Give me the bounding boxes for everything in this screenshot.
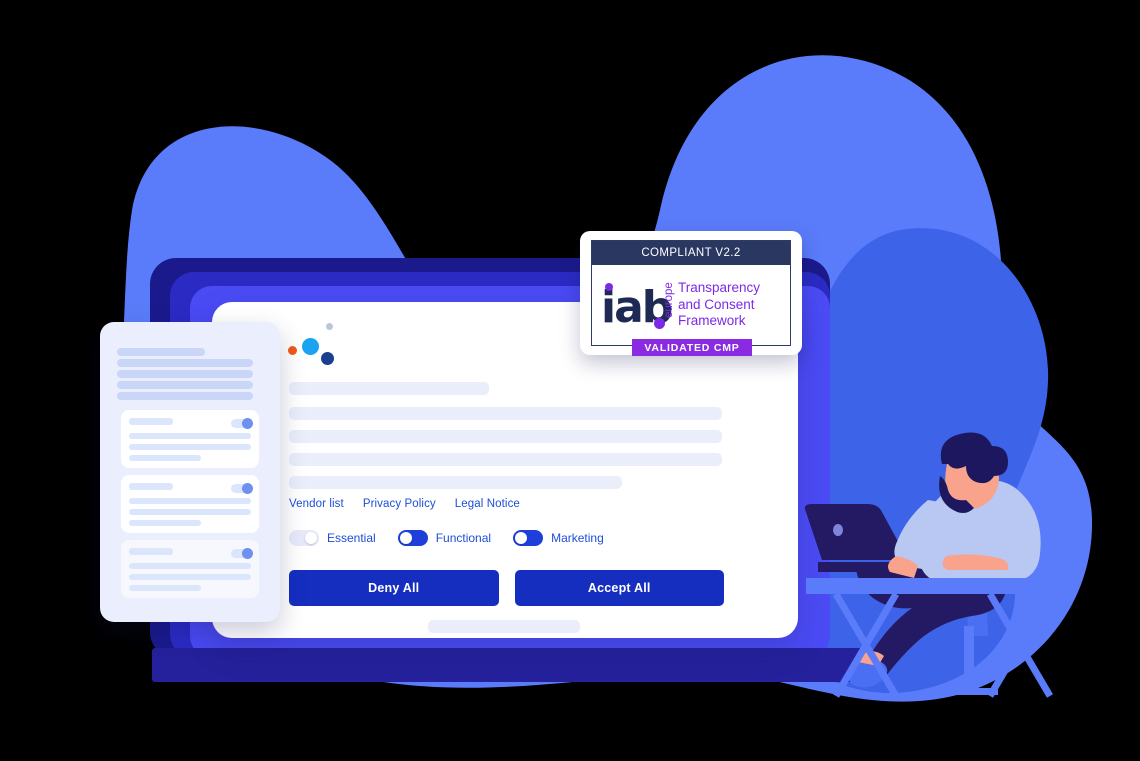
logo-dot-orange [288,346,297,355]
panel-card[interactable] [121,540,259,598]
card-line [129,563,251,569]
card-toggle[interactable] [231,547,253,559]
iab-framework-title: Transparency and Consent Framework [678,280,760,331]
card-toggle[interactable] [231,417,253,429]
toggle-functional[interactable] [397,530,428,546]
card-line [129,444,251,450]
accept-all-button[interactable]: Accept All [514,570,724,606]
panel-skeleton-line [117,359,253,367]
toggle-essential[interactable] [289,530,319,546]
skeleton-line [289,382,489,395]
banner-actions: Deny All Accept All [289,570,724,606]
skeleton-line [289,430,722,443]
preferences-panel [100,322,280,622]
card-toggle[interactable] [231,482,253,494]
person-at-desk-illustration [804,432,1056,698]
card-line [129,520,201,526]
iab-logo-dot-top [605,283,613,291]
iab-logo: iab europe [592,274,678,336]
logo-dot-navy [321,352,334,365]
toggle-group-essential: Essential [289,530,388,546]
laptop-base [152,648,872,682]
iab-badge-body: iab europe Transparency and Consent Fram… [592,265,790,345]
card-line [129,585,201,591]
logo-dot-blue [302,338,319,355]
card-title-bar [129,483,173,490]
skeleton-line [289,407,722,420]
skeleton-line [289,476,622,489]
link-vendor-list[interactable]: Vendor list [289,498,344,510]
chair-post [940,626,998,695]
toggle-group-marketing: Marketing [513,530,616,546]
card-line [129,509,251,515]
framework-line-3: Framework [678,313,746,329]
toggle-marketing[interactable] [513,530,544,546]
panel-card[interactable] [121,475,259,533]
card-line [129,498,251,504]
iab-validated-cmp-ribbon: VALIDATED CMP [632,339,752,356]
iab-badge-frame: COMPLIANT V2.2 iab europe Transparency a… [591,240,791,346]
iab-tcf-badge: COMPLIANT V2.2 iab europe Transparency a… [580,231,802,356]
skeleton-line [289,453,722,466]
framework-line-1: Transparency [678,279,761,295]
banner-links: Vendor list Privacy Policy Legal Notice [289,498,520,510]
panel-skeleton-line [117,348,205,356]
deny-all-button[interactable]: Deny All [289,570,499,606]
toggle-group-functional: Functional [397,530,503,546]
toggle-label-marketing: Marketing [551,531,604,545]
card-line [129,574,251,580]
iab-compliant-header: COMPLIANT V2.2 [592,241,790,265]
card-line [129,433,251,439]
link-legal-notice[interactable]: Legal Notice [455,498,520,510]
desk-top [806,578,1056,594]
panel-card[interactable] [121,410,259,468]
skeleton-footer-bar [428,620,580,633]
consent-toggles: Essential Functional Marketing [289,530,616,546]
framework-line-2: and Consent [678,296,755,312]
card-title-bar [129,548,173,555]
laptop-screen [804,504,908,560]
illustration-scene: Vendor list Privacy Policy Legal Notice … [0,0,1140,761]
logo-dot-grey [326,323,333,330]
link-privacy-policy[interactable]: Privacy Policy [363,498,436,510]
panel-skeleton-line [117,370,253,378]
toggle-label-functional: Functional [435,531,492,545]
iab-europe-label: europe [663,282,675,318]
card-line [129,455,201,461]
laptop-camera-dot [833,524,843,536]
panel-skeleton-line [117,381,253,389]
brand-logo-dots [288,320,348,366]
toggle-label-essential: Essential [327,531,376,545]
card-title-bar [129,418,173,425]
desk-leg-right [986,592,1054,698]
panel-skeleton-line [117,392,253,400]
iab-logo-dot-period [654,318,665,329]
